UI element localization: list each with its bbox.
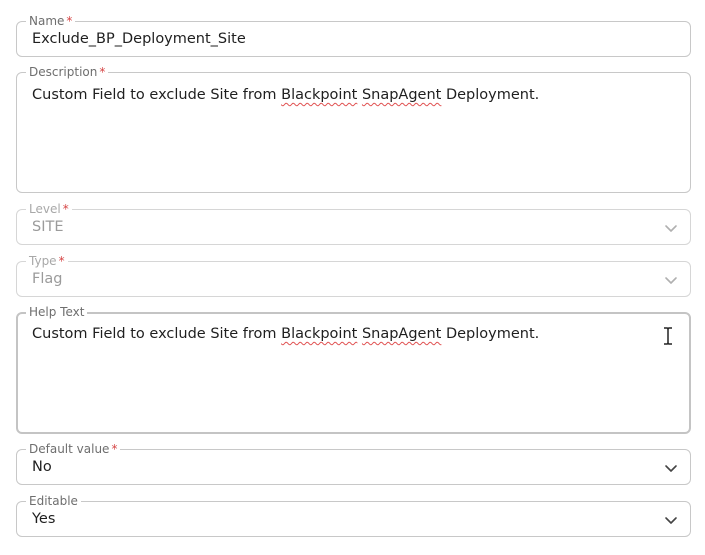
description-text: Custom Field to exclude Site from [32,87,282,103]
misspelled-word: SnapAgent [361,87,442,103]
misspelled-word: Blackpoint [281,87,358,103]
level-select: Level * SITE [16,201,691,245]
default-value-select[interactable]: Default value * No [16,441,691,485]
required-mark: * [62,202,69,216]
type-label: Type * [26,253,68,269]
chevron-down-icon [665,225,677,232]
editable-label-text: Editable [29,494,78,508]
help-text-text: Custom Field to exclude Site from [32,326,282,342]
help-text-textarea[interactable]: Custom Field to exclude Site from Blackp… [32,326,539,342]
help-text-label: Help Text [26,304,88,320]
editable-select[interactable]: Editable Yes [16,493,691,537]
description-text-end: Deployment. [441,87,540,103]
name-label-text: Name [29,14,65,28]
name-input[interactable]: Exclude_BP_Deployment_Site [32,31,246,47]
required-mark: * [66,14,73,28]
misspelled-word: SnapAgent [361,326,442,342]
chevron-down-icon [665,277,677,284]
name-label: Name * [26,13,76,29]
level-label-text: Level [29,202,61,216]
editable-label: Editable [26,493,81,509]
type-label-text: Type [29,254,57,268]
default-value-label: Default value * [26,441,121,457]
default-value-label-text: Default value [29,442,110,456]
help-text-field[interactable]: Help Text Custom Field to exclude Site f… [16,304,691,434]
description-label: Description * [26,64,109,80]
misspelled-word: Blackpoint [281,326,358,342]
level-label: Level * [26,201,72,217]
help-text-label-text: Help Text [29,305,85,319]
description-textarea[interactable]: Custom Field to exclude Site from Blackp… [32,87,539,103]
required-mark: * [99,65,106,79]
description-label-text: Description [29,65,98,79]
description-field[interactable]: Description * Custom Field to exclude Sit… [16,64,691,193]
required-mark: * [58,254,65,268]
type-select: Type * Flag [16,253,691,297]
level-value: SITE [32,219,64,235]
type-value: Flag [32,271,63,287]
chevron-down-icon[interactable] [664,513,678,527]
chevron-down-icon[interactable] [664,461,678,475]
text-cursor-icon [664,327,672,345]
required-mark: * [111,442,118,456]
name-field[interactable]: Name * Exclude_BP_Deployment_Site [16,13,691,57]
editable-value: Yes [32,511,56,527]
help-text-text-end: Deployment. [441,326,540,342]
default-value-value: No [32,459,52,475]
